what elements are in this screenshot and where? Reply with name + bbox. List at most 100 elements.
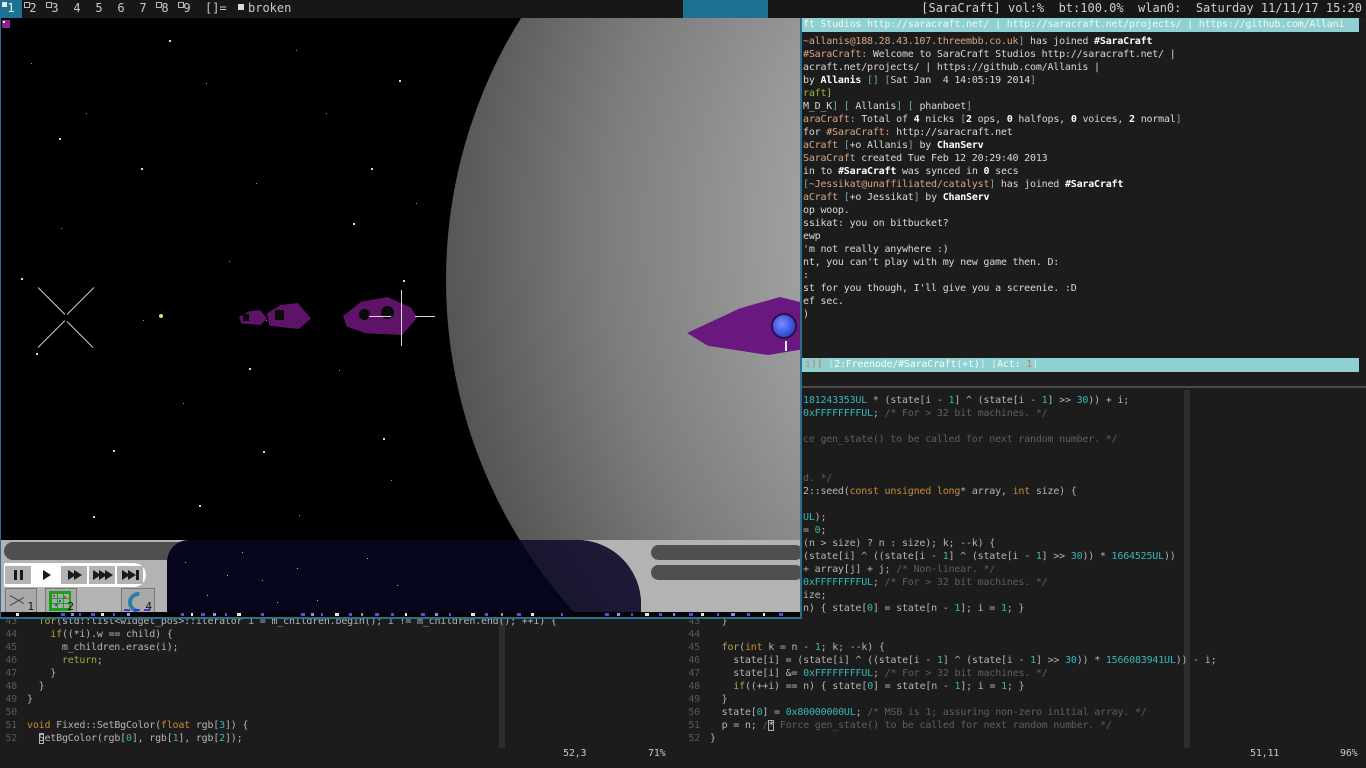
star [185,562,186,563]
tick [201,613,205,616]
star [416,203,417,204]
bar-tag-1[interactable]: 1 [0,0,22,18]
toolbar-pill [4,542,190,560]
chat-line: in to #SaraCraft was synced in 0 secs [803,165,1181,178]
chat-line: aCraft [+o Allanis] by ChanServ [803,139,1181,152]
chat-line: ssikat: you on bitbucket? [803,217,1181,230]
chat-line: : [803,269,1181,282]
bar-tag-9[interactable]: 9 [176,0,198,18]
bar-tag-3[interactable]: 3 [44,0,66,18]
tick [361,613,363,616]
vim-ruler-left-percent: 71% [648,748,665,759]
tag-indicator-icon [178,2,184,8]
code-line: 51 p = n; /* Force gen_state() to be cal… [683,719,1216,732]
chat-line: ewp [803,230,1181,243]
floating-indicator-icon [238,4,244,10]
tool-grid-button[interactable]: 2 [45,588,77,613]
tick [449,613,451,616]
bar-tag-6[interactable]: 6 [110,0,132,18]
fast-forward-button[interactable] [61,566,87,584]
bar-tag-7[interactable]: 7 [132,0,154,18]
planet-dark-side [446,540,641,612]
game-toolbar: 1 2 4 [1,540,800,612]
faster-forward-button[interactable] [89,566,115,584]
bar-layout-symbol[interactable]: []= [205,0,227,18]
tick [71,613,74,616]
line-number: 52 [687,732,700,745]
code-line: + array[j] + j; /* Non-linear. */ [803,563,1176,576]
tick [181,613,184,616]
star [299,515,300,516]
chat-line: ) [803,308,1181,321]
bar-status-text: [SaraCraft] vol:% bt:100.0% wlan0: Satur… [921,0,1362,18]
skip-end-button[interactable] [117,566,143,584]
top-bar: 123456789 []= broken [SaraCraft] vol:% b… [0,0,1366,18]
ship-small-1 [239,310,267,325]
line-number: 44 [687,628,700,641]
chat-line: st for you though, I'll give you a scree… [803,282,1181,295]
tick [335,613,339,616]
code-line [803,459,1176,472]
code-line: 48 } [0,680,557,693]
tick [113,613,115,616]
star [353,223,355,225]
tick [617,613,620,616]
tick [225,613,227,616]
star [403,280,405,282]
tick [261,613,264,616]
star [61,228,62,229]
tick [405,613,407,616]
bar-tag-4[interactable]: 4 [66,0,88,18]
star [339,370,340,371]
code-line: 47 } [0,667,557,680]
code-line: 49} [0,693,557,706]
chat-line: for #SaraCraft: http://saracraft.net [803,126,1181,139]
line-number: 52 [4,732,17,745]
chat-line: araCraft: Total of 4 nicks [2 ops, 0 hal… [803,113,1181,126]
code-line: 0xFFFFFFFFUL; /* For > 32 bit machines. … [803,407,1176,420]
minimap-viewport [167,540,641,612]
star [263,451,265,453]
cursor-mark [785,341,787,351]
star [391,480,392,481]
bar-tags: 123456789 [0,0,198,18]
code-line: 44 [683,628,1216,641]
line-number: 48 [4,680,17,693]
chat-line: aCraft [+o Jessikat] by ChanServ [803,191,1181,204]
star [93,516,95,518]
star [242,552,243,553]
tick [79,613,81,616]
code-area: 43 }4445 for(int k = n - 1; k; --k) {46 … [683,615,1216,745]
star [397,585,398,586]
tick [605,613,609,616]
line-number: 47 [4,667,17,680]
bar-tag-2[interactable]: 2 [22,0,44,18]
code-line: 51void Fixed::SetBgColor(float rgb[3]) { [0,719,557,732]
code-line: (state[i] ^ ((state[i - 1] ^ (state[i - … [803,550,1176,563]
tick [763,613,765,616]
tick-marks [1,612,800,617]
tool-hook-button[interactable]: 4 [121,588,155,613]
bar-window-title: broken [248,0,291,18]
line-number: 51 [687,719,700,732]
star [227,575,228,576]
star [367,558,368,559]
yellow-star [159,314,163,318]
tick [471,613,475,616]
tick [421,613,425,616]
tick [61,613,65,616]
tick [631,613,633,616]
game-window[interactable]: 1 2 4 [0,18,802,619]
bar-tag-5[interactable]: 5 [88,0,110,18]
chat-line: raft] [803,87,1181,100]
tick [301,613,305,616]
tick [645,613,649,616]
pause-button[interactable] [5,566,31,584]
tick [311,613,314,616]
tick [779,613,783,616]
code-area-fragments: 181243353UL * (state[i - 1] ^ (state[i -… [803,394,1176,615]
bar-tag-8[interactable]: 8 [154,0,176,18]
code-line: (n > size) ? n : size); k; --k) { [803,537,1176,550]
tool-angle-button[interactable]: 1 [5,588,37,613]
play-button[interactable] [33,566,59,584]
